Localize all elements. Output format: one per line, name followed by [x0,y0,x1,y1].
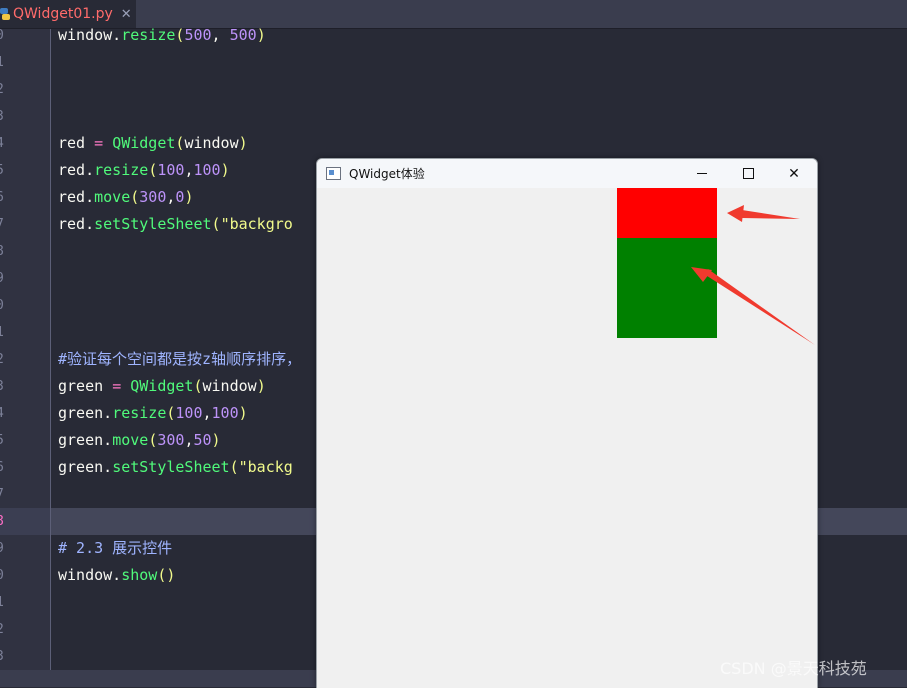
code-line: green = QWidget(window) [58,377,266,395]
line-number: 6 [0,184,6,211]
close-icon: ✕ [788,165,800,182]
close-tab-icon[interactable]: ✕ [121,7,132,22]
watermark: CSDN @景天科技苑 [720,659,867,678]
line-number: 7 [0,211,6,238]
line-number: 3 [0,103,6,130]
window-app-icon [326,167,341,180]
line-number: 2 [0,616,6,643]
line-number: 9 [0,535,6,562]
red-widget [617,188,717,238]
line-number: 2 [0,346,6,373]
line-number: 3 [0,373,6,400]
line-number: 4 [0,400,6,427]
line-number: 0 [0,292,6,319]
line-number: 8 [0,238,6,265]
code-comment: #验证每个空间都是按z轴顺序排序， [58,350,302,368]
maximize-icon [742,168,754,179]
code-line: window.show() [58,566,176,584]
close-button[interactable]: ✕ [771,159,817,188]
green-widget [617,238,717,338]
line-number: 2 [0,76,6,103]
line-number: 0 [0,22,6,49]
line-number: 4 [0,130,6,157]
code-line: green.move(300,50) [58,431,221,449]
code-comment: # 2.3 展示控件 [58,539,173,557]
line-number: 6 [0,454,6,481]
maximize-button[interactable] [725,159,771,188]
tab-filename: QWidget01.py [13,6,113,22]
line-number: 3 [0,643,6,670]
code-line: window.resize(500, 500) [58,26,266,44]
python-file-icon [0,7,10,21]
code-line: green.setStyleSheet("backg [58,458,293,476]
code-line: red.resize(100,100) [58,161,230,179]
line-number: 1 [0,49,6,76]
line-number: 0 [0,562,6,589]
line-number-gutter [0,29,51,670]
line-number: 5 [0,427,6,454]
line-number: 5 [0,157,6,184]
code-line: green.resize(100,100) [58,404,248,422]
window-title: QWidget体验 [349,167,425,181]
line-number: 1 [0,589,6,616]
code-line: red.move(300,0) [58,188,194,206]
minimize-icon [697,173,707,174]
code-line: red = QWidget(window) [58,134,248,152]
code-line: red.setStyleSheet("backgro [58,215,293,233]
window-client-area [317,188,817,688]
line-number: 7 [0,481,6,508]
line-number: 8 [0,508,6,535]
line-number: 1 [0,319,6,346]
minimize-button[interactable] [679,159,725,188]
line-number: 9 [0,265,6,292]
qwidget-window[interactable]: QWidget体验 ✕ [316,158,818,688]
window-title-bar[interactable]: QWidget体验 ✕ [317,159,817,188]
